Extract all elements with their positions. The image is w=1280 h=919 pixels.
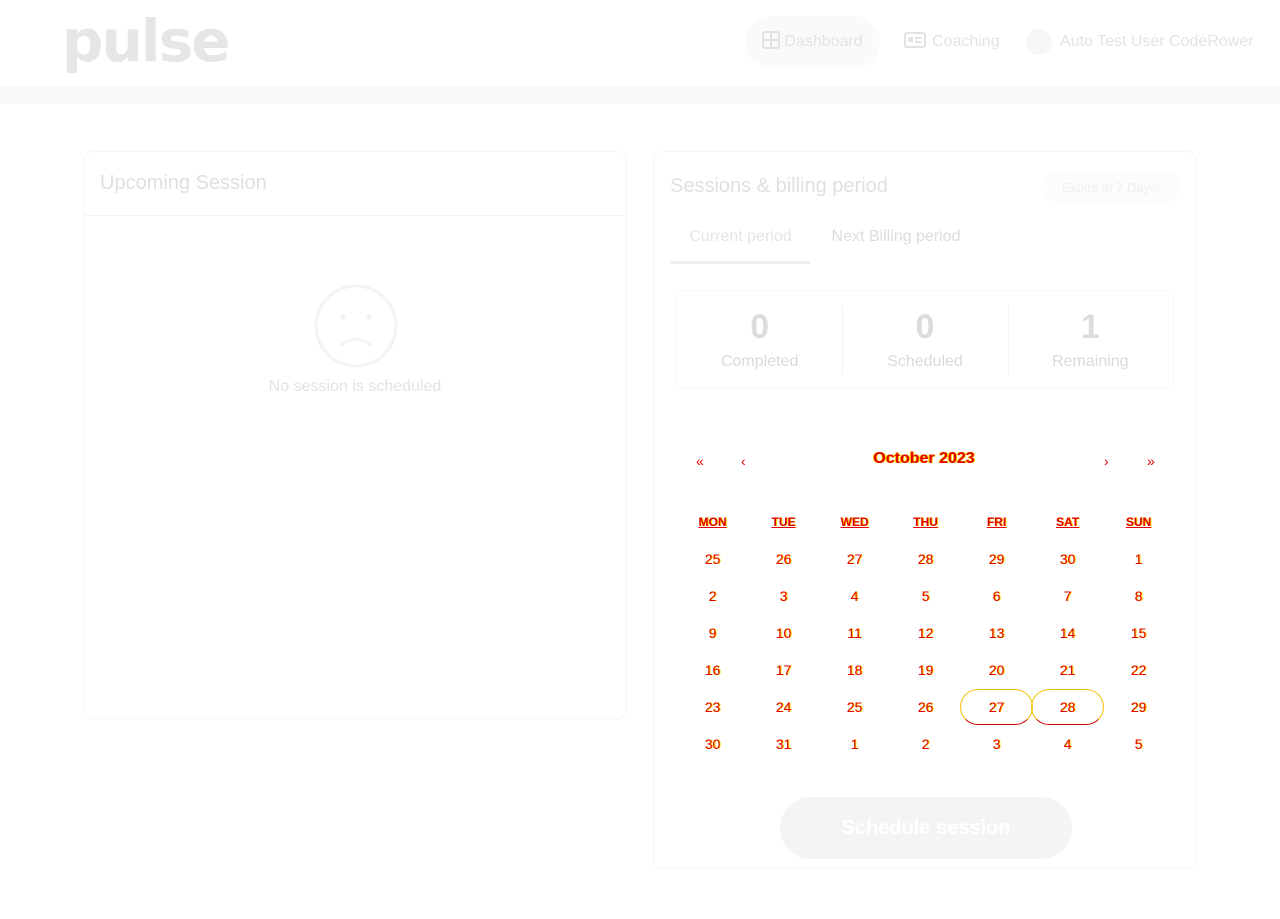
calendar-day[interactable]: 29 bbox=[1103, 699, 1174, 715]
calendar-day[interactable]: 10 bbox=[748, 625, 819, 641]
weekday-header: SUN bbox=[1125, 515, 1152, 529]
weekday-header: WED bbox=[840, 515, 869, 529]
tab-next-billing-period[interactable]: Next Billing period bbox=[814, 228, 978, 264]
calendar-week-row: 25 26 27 28 29 30 1 bbox=[677, 540, 1174, 577]
upcoming-session-title: Upcoming Session bbox=[84, 152, 626, 216]
stat-remaining: 1 Remaining bbox=[1007, 291, 1173, 387]
calendar-day[interactable]: 4 bbox=[819, 588, 890, 604]
calendar-day[interactable]: 29 bbox=[961, 551, 1032, 567]
schedule-session-button[interactable]: Schedule session bbox=[780, 797, 1072, 859]
calendar-day[interactable]: 25 bbox=[677, 551, 748, 567]
calendar-week-row: 23 24 25 26 27 28 29 bbox=[677, 688, 1174, 725]
session-stats: 0 Completed 0 Scheduled 1 Remaining bbox=[676, 290, 1174, 388]
empty-state-text: No session is scheduled bbox=[268, 378, 442, 395]
calendar-day[interactable]: 11 bbox=[819, 625, 890, 641]
nav-dashboard-label: Dashboard bbox=[784, 33, 863, 50]
calendar-day[interactable]: 30 bbox=[1032, 551, 1103, 567]
calendar-week-row: 2345678 bbox=[677, 577, 1174, 614]
stat-remaining-label: Remaining bbox=[1052, 353, 1129, 370]
calendar-day[interactable]: 8 bbox=[1103, 588, 1174, 604]
prev-month-button[interactable]: ‹ bbox=[741, 452, 746, 470]
calendar-day[interactable]: 5 bbox=[1103, 736, 1174, 752]
calendar-weekday-row: MON TUE WED THU FRI SAT SUN bbox=[677, 504, 1174, 540]
calendar-day[interactable]: 27 bbox=[960, 688, 1033, 725]
calendar-day[interactable]: 1 bbox=[1103, 551, 1174, 567]
weekday-header: SAT bbox=[1055, 515, 1080, 529]
calendar-day[interactable]: 7 bbox=[1032, 588, 1103, 604]
tab-current-period[interactable]: Current period bbox=[670, 228, 811, 264]
calendar-day[interactable]: 2 bbox=[677, 588, 748, 604]
billing-title: Sessions & billing period bbox=[670, 175, 888, 197]
prev-year-button[interactable]: « bbox=[696, 452, 704, 470]
calendar-day[interactable]: 16 bbox=[677, 662, 748, 678]
calendar-day[interactable]: 19 bbox=[890, 662, 961, 678]
nav-dashboard[interactable]: Dashboard bbox=[745, 16, 880, 68]
calendar-day[interactable]: 12 bbox=[890, 625, 961, 641]
calendar-grid: MON TUE WED THU FRI SAT SUN 25 26 27 28 29 30 1 2 3 4 5 6… bbox=[677, 504, 1174, 762]
weekday-header: THU bbox=[913, 515, 938, 529]
calendar-day[interactable]: 28 bbox=[1031, 688, 1104, 725]
weekday-header: TUE bbox=[771, 515, 796, 529]
next-month-button[interactable]: › bbox=[1104, 452, 1109, 470]
next-year-button[interactable]: » bbox=[1147, 452, 1155, 470]
expire-badge: Expire in 7 Days! bbox=[1041, 172, 1181, 202]
user-menu[interactable]: Auto Test User CodeRower bbox=[1026, 16, 1254, 68]
calendar-day[interactable]: 6 bbox=[961, 588, 1032, 604]
calendar-day[interactable]: 26 bbox=[748, 551, 819, 567]
nav-coaching-label: Coaching bbox=[932, 33, 1000, 50]
user-name: Auto Test User CodeRower bbox=[1060, 33, 1254, 50]
calendar-day[interactable]: 31 bbox=[748, 736, 819, 752]
calendar-month-label[interactable]: October 2023 bbox=[824, 450, 1024, 468]
sad-face-icon bbox=[314, 284, 398, 368]
calendar-day[interactable]: 4 bbox=[1032, 736, 1103, 752]
calendar-week-row: 9 10 11 12 13 14 15 bbox=[677, 614, 1174, 651]
calendar-day[interactable]: 15 bbox=[1103, 625, 1174, 641]
calendar-day[interactable]: 20 bbox=[961, 662, 1032, 678]
calendar-day[interactable]: 13 bbox=[961, 625, 1032, 641]
weekday-header: MON bbox=[698, 515, 727, 529]
calendar-day[interactable]: 17 bbox=[748, 662, 819, 678]
nav-coaching[interactable]: Coaching bbox=[904, 16, 1000, 68]
stat-completed-value: 0 bbox=[750, 308, 770, 346]
avatar bbox=[1026, 29, 1052, 55]
calendar-week-row: 16 17 18 19 20 21 22 bbox=[677, 651, 1174, 688]
calendar-day[interactable]: 5 bbox=[890, 588, 961, 604]
calendar-day[interactable]: 27 bbox=[819, 551, 890, 567]
stat-scheduled-value: 0 bbox=[915, 308, 935, 346]
calendar-day[interactable]: 3 bbox=[961, 736, 1032, 752]
calendar-day[interactable]: 26 bbox=[890, 699, 961, 715]
calendar-day[interactable]: 18 bbox=[819, 662, 890, 678]
calendar-day[interactable]: 2 bbox=[890, 736, 961, 752]
stat-completed: 0 Completed bbox=[677, 291, 842, 387]
calendar-day[interactable]: 9 bbox=[677, 625, 748, 641]
calendar-day[interactable]: 23 bbox=[677, 699, 748, 715]
calendar-day[interactable]: 21 bbox=[1032, 662, 1103, 678]
stat-scheduled: 0 Scheduled bbox=[842, 291, 1007, 387]
calendar-day[interactable]: 30 bbox=[677, 736, 748, 752]
stat-scheduled-label: Scheduled bbox=[887, 353, 963, 370]
dashboard-icon bbox=[762, 30, 781, 54]
top-header: pulse Dashboard Coaching Auto Test User … bbox=[0, 0, 1280, 86]
id-card-icon bbox=[904, 31, 926, 54]
billing-card: Sessions & billing period Expire in 7 Da… bbox=[653, 151, 1197, 869]
weekday-header: FRI bbox=[986, 515, 1007, 529]
upcoming-session-card: Upcoming Session No session is scheduled bbox=[83, 151, 627, 719]
stat-completed-label: Completed bbox=[720, 353, 799, 370]
calendar-day[interactable]: 22 bbox=[1103, 662, 1174, 678]
calendar-day[interactable]: 28 bbox=[890, 551, 961, 567]
calendar-day[interactable]: 3 bbox=[748, 588, 819, 604]
calendar-week-row: 30 31 1 2 3 4 5 bbox=[677, 725, 1174, 762]
header-divider bbox=[0, 86, 1280, 104]
pulse-logo[interactable]: pulse bbox=[62, 6, 231, 76]
calendar-day[interactable]: 24 bbox=[748, 699, 819, 715]
calendar-day[interactable]: 1 bbox=[819, 736, 890, 752]
stat-remaining-value: 1 bbox=[1080, 308, 1100, 346]
calendar-day[interactable]: 25 bbox=[819, 699, 890, 715]
calendar-day[interactable]: 14 bbox=[1032, 625, 1103, 641]
